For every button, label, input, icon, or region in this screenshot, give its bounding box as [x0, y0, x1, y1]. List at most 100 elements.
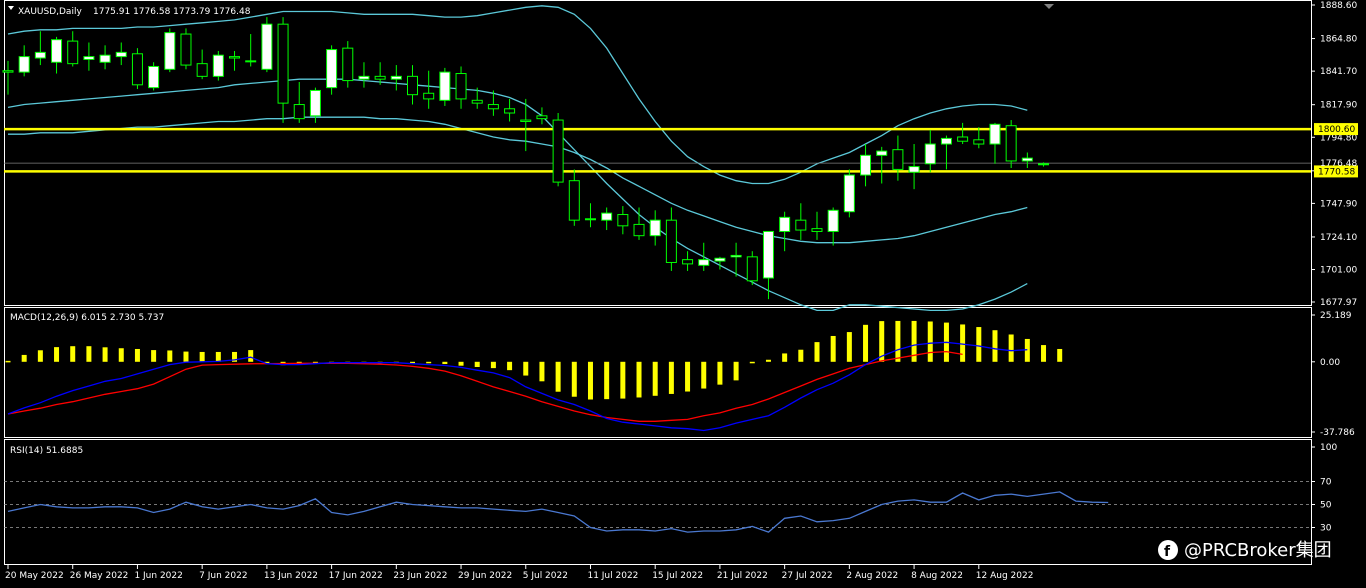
macd-histogram-bar — [976, 327, 982, 362]
candle — [245, 34, 257, 67]
candle-body — [601, 212, 613, 221]
macd-histogram-bar — [717, 361, 723, 385]
candle — [439, 67, 451, 106]
candle — [779, 211, 791, 252]
candle — [164, 28, 176, 73]
candle — [358, 62, 370, 88]
candle — [131, 48, 143, 90]
candle — [698, 242, 710, 271]
candle — [423, 70, 435, 109]
macd-histogram-bar — [992, 330, 998, 362]
candle-body — [439, 71, 451, 101]
macd-histogram-bar — [927, 321, 933, 362]
panel-frames — [4, 0, 1312, 565]
watermark: f @PRCBroker集团 — [1158, 540, 1332, 561]
current-price-label: 1776.48 — [1320, 159, 1357, 169]
candle — [67, 31, 79, 67]
candle-body — [649, 219, 661, 237]
candle — [940, 135, 952, 170]
macd-histogram-bar — [587, 361, 593, 400]
candle — [407, 65, 418, 105]
candle — [843, 169, 855, 218]
rsi-y-tick-label: 50 — [1320, 501, 1332, 511]
candle — [504, 98, 516, 122]
macd-histogram-bar — [652, 361, 658, 396]
candle-body — [617, 214, 629, 227]
x-tick-label: 12 Aug 2022 — [976, 571, 1034, 581]
macd-histogram-bar — [167, 350, 173, 362]
candle — [180, 28, 192, 70]
watermark-text: @PRCBroker集团 — [1184, 540, 1332, 561]
macd-histogram-bar — [604, 361, 610, 400]
candle-body — [99, 54, 111, 63]
macd-histogram-bar — [523, 361, 529, 376]
candle — [261, 17, 273, 73]
collapse-triangle-icon[interactable] — [8, 6, 14, 10]
candle — [908, 144, 920, 190]
candle-body — [989, 123, 1001, 145]
candle — [99, 45, 111, 70]
macd-histogram-bar — [636, 361, 642, 398]
candle-body — [115, 51, 127, 58]
candle-body — [1038, 163, 1050, 166]
x-tick-label: 23 Jun 2022 — [393, 571, 447, 581]
shift-marker-icon[interactable] — [1044, 4, 1054, 9]
level-price-label: 1800.60 — [1318, 125, 1355, 135]
candle — [229, 50, 241, 71]
candle-body — [342, 47, 354, 82]
macd-y-tick-label: 25.189 — [1320, 311, 1352, 321]
candle-body — [552, 119, 564, 183]
candle — [795, 203, 807, 240]
candle — [83, 42, 95, 71]
candle-body — [762, 230, 774, 279]
macd-histogram-bar — [474, 361, 480, 368]
candle-body — [148, 65, 160, 89]
macd-histogram-bar — [215, 351, 221, 362]
candle-body — [665, 219, 677, 263]
candle-body — [860, 154, 872, 176]
macd-histogram-bar — [1008, 334, 1014, 362]
candle-body — [924, 143, 936, 165]
rsi-y-tick-label: 100 — [1320, 443, 1337, 453]
y-tick-label: 1817.90 — [1320, 101, 1357, 111]
candle — [584, 203, 596, 228]
x-tick-label: 11 Jul 2022 — [587, 571, 638, 581]
ohlc-values: 1775.91 1776.58 1773.79 1776.48 — [93, 7, 251, 17]
candle — [455, 66, 467, 109]
candle — [924, 129, 936, 173]
candle — [1005, 120, 1017, 169]
candle-body — [1005, 125, 1017, 162]
candle — [989, 122, 1001, 164]
macd-histogram-bar — [620, 361, 626, 399]
candle-body — [633, 223, 645, 237]
macd-histogram-bar — [555, 361, 561, 392]
macd-histogram-bar — [798, 349, 804, 362]
candle-body — [843, 174, 855, 213]
candle-body — [908, 166, 920, 173]
macd-histogram-bar — [1057, 348, 1063, 362]
macd-histogram-bar — [539, 361, 545, 382]
macd-histogram-bar — [248, 350, 254, 362]
macd-main-line — [7, 341, 1028, 432]
bollinger-upper-line — [7, 5, 1028, 185]
x-tick-label: 8 Aug 2022 — [911, 571, 963, 581]
macd-histogram-bar — [458, 361, 464, 366]
macd-histogram-bar — [102, 347, 108, 362]
macd-histogram-bar — [21, 354, 27, 362]
candle-body — [245, 60, 257, 63]
macd-histogram-bar — [814, 342, 820, 362]
macd-histogram-bar — [701, 361, 707, 389]
candle — [860, 144, 872, 187]
candle-body — [34, 51, 46, 59]
rsi-label: RSI(14) 51.6885 — [10, 446, 83, 456]
macd-histogram-bar — [960, 324, 966, 362]
macd-histogram-bar — [685, 361, 691, 392]
candle — [617, 206, 629, 235]
y-tick-label: 1864.80 — [1320, 35, 1357, 45]
bollinger-middle-line — [8, 116, 1028, 244]
candle-body — [374, 75, 386, 80]
candle-body — [876, 150, 888, 156]
candle — [536, 107, 548, 125]
rsi-line — [7, 491, 1109, 533]
x-tick-label: 20 May 2022 — [5, 571, 64, 581]
